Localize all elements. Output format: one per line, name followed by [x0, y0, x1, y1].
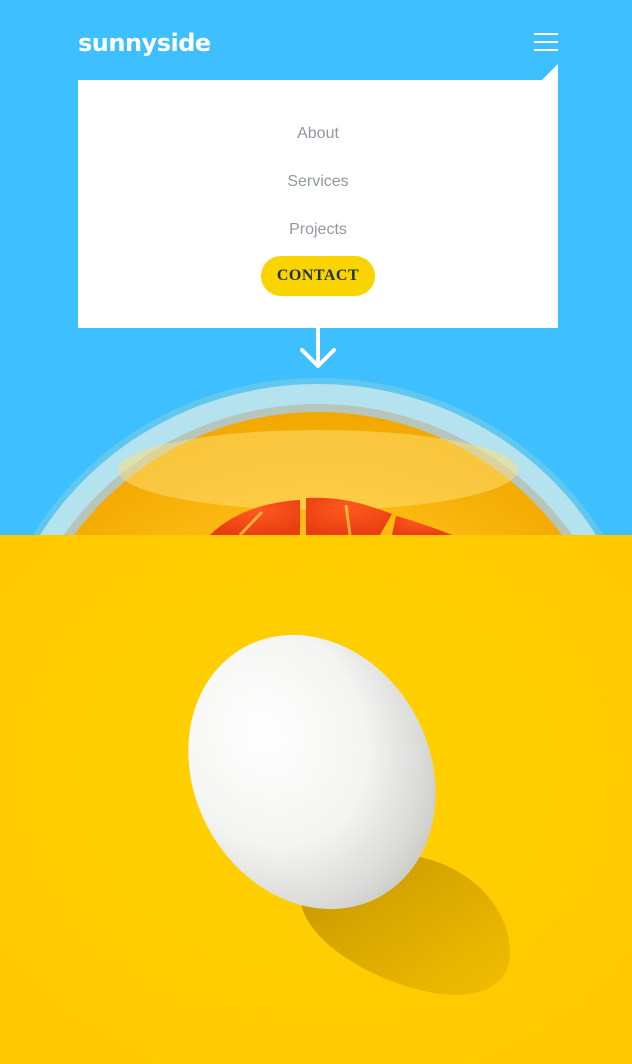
contact-button[interactable]: CONTACT — [261, 256, 375, 296]
egg-image-section — [0, 535, 632, 1064]
hamburger-menu-icon[interactable] — [534, 33, 558, 51]
mobile-nav-menu: About Services Projects CONTACT — [78, 80, 558, 328]
hero-section: sunnyside About Services Projects CONTAC… — [0, 0, 632, 535]
logo[interactable]: sunnyside — [78, 28, 211, 58]
arrow-down-icon[interactable] — [299, 328, 337, 370]
menu-pointer — [542, 64, 558, 80]
nav-link-about[interactable]: About — [78, 124, 558, 144]
egg-image — [0, 535, 632, 1064]
nav-link-services[interactable]: Services — [78, 172, 558, 192]
nav-link-projects[interactable]: Projects — [78, 220, 558, 240]
